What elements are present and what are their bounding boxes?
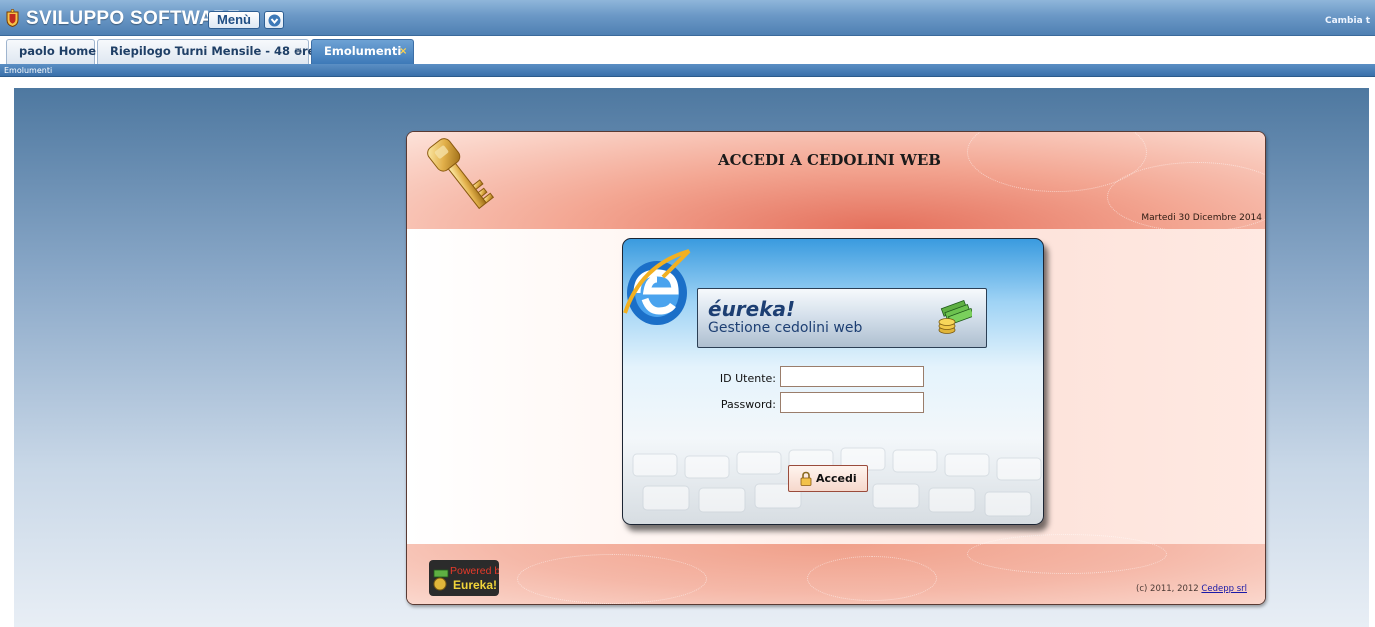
tab-paolo-home[interactable]: paolo Home: [6, 39, 97, 64]
menu-button[interactable]: Menù: [208, 11, 260, 29]
page-title: ACCEDI A CEDOLINI WEB: [718, 151, 941, 169]
tab-emolumenti[interactable]: Emolumenti ×: [311, 39, 414, 64]
login-panel: ACCEDI A CEDOLINI WEB Martedi 30 Dicembr…: [406, 131, 1266, 605]
brand-subtitle: Gestione cedolini web: [708, 320, 863, 336]
breadcrumb-bar: Emolumenti: [0, 64, 1375, 77]
close-icon[interactable]: ×: [399, 40, 407, 63]
money-icon: [938, 300, 972, 334]
cambia-link[interactable]: Cambia t: [1325, 16, 1375, 26]
login-button[interactable]: Accedi: [788, 465, 868, 492]
username-label: ID Utente:: [719, 372, 776, 385]
chevron-down-icon: [268, 14, 281, 27]
breadcrumb: Emolumenti: [4, 66, 53, 75]
tab-label: Emolumenti: [324, 44, 402, 58]
panel-header: ACCEDI A CEDOLINI WEB Martedi 30 Dicembr…: [407, 132, 1265, 232]
tab-riepilogo-turni[interactable]: Riepilogo Turni Mensile - 48 ore ×: [97, 39, 315, 64]
powered-by-name: Eureka!: [453, 578, 497, 592]
copyright: (c) 2011, 2012 Cedepp srl: [1136, 584, 1247, 594]
powered-by-logo: Powered by Eureka!: [429, 560, 499, 596]
powered-by-text: Powered by: [450, 565, 499, 577]
ie-logo-icon: [623, 249, 691, 325]
brand-title: éureka!: [708, 297, 796, 321]
login-button-label: Accedi: [816, 472, 857, 485]
panel-footer: Powered by Eureka! (c) 2011, 2012 Cedepp…: [407, 534, 1265, 604]
current-date: Martedi 30 Dicembre 2014: [1141, 213, 1262, 223]
decorative-ellipse: [517, 554, 707, 604]
tab-bar: paolo Home Riepilogo Turni Mensile - 48 …: [0, 37, 1375, 64]
tab-label: Riepilogo Turni Mensile - 48 ore: [110, 44, 316, 58]
tab-label: paolo Home: [19, 44, 97, 58]
copyright-text: (c) 2011, 2012: [1136, 584, 1202, 594]
decorative-ellipse: [967, 534, 1167, 574]
password-input[interactable]: [780, 392, 924, 413]
brand-banner: éureka! Gestione cedolini web: [697, 288, 987, 348]
lock-icon: [800, 471, 812, 486]
decorative-ellipse: [807, 556, 937, 601]
app-crest-icon: [6, 9, 19, 27]
key-icon: [427, 138, 495, 210]
password-label: Password:: [720, 398, 776, 411]
app-header: SVILUPPO SOFTWARE Menù Cambia t: [0, 0, 1375, 36]
login-form: éureka! Gestione cedolini web ID Utente:…: [622, 238, 1044, 525]
close-icon[interactable]: ×: [294, 40, 302, 63]
company-link[interactable]: Cedepp srl: [1201, 584, 1247, 594]
menu-dropdown-button[interactable]: [264, 11, 284, 29]
username-input[interactable]: [780, 366, 924, 387]
